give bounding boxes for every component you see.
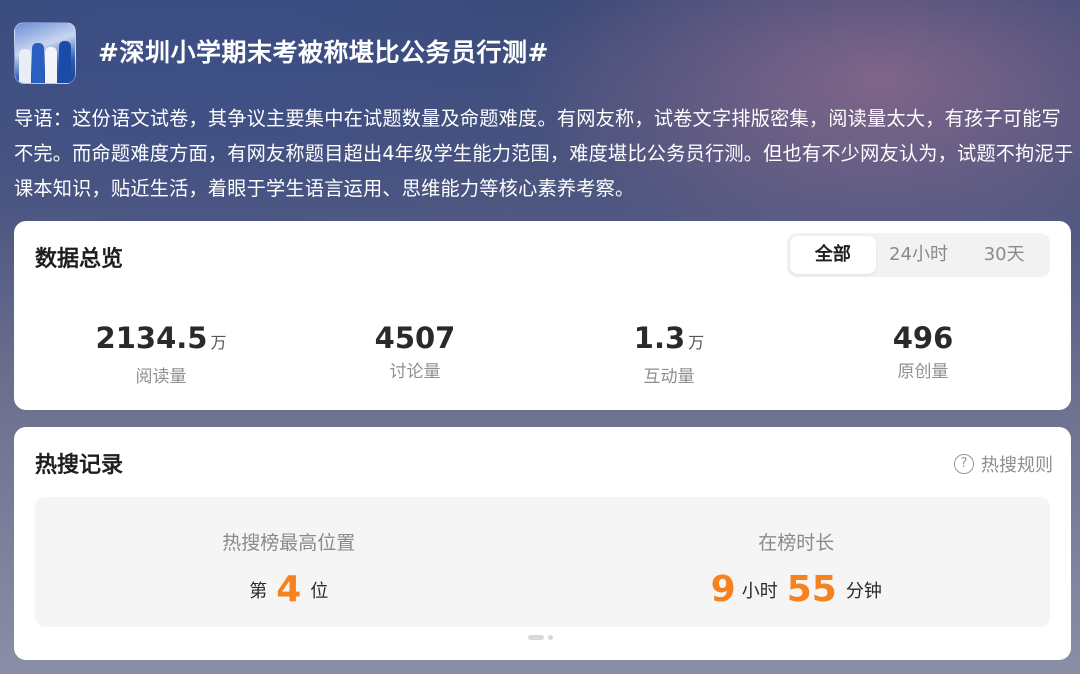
- minutes-number: 55: [786, 569, 837, 610]
- hot-search-title: 热搜记录: [35, 453, 124, 478]
- stat-original: 496 原创量: [796, 321, 1050, 387]
- stat-value: 2134.5 万: [95, 321, 227, 355]
- data-overview-card: 数据总览 全部 24小时 30天 2134.5 万 阅读量 4507 讨论量 1.…: [14, 221, 1071, 410]
- tab-24h[interactable]: 24小时: [876, 236, 962, 274]
- question-circle-icon: ?: [954, 454, 974, 474]
- hot-search-card: 热搜记录 ? 热搜规则 热搜榜最高位置 第4位 在榜时长 9 小时 55 分钟: [14, 427, 1071, 660]
- stat-value: 4507: [374, 321, 456, 355]
- overview-title: 数据总览: [35, 247, 124, 272]
- peak-position-label: 热搜榜最高位置: [222, 532, 356, 554]
- stat-label: 讨论量: [389, 362, 441, 382]
- hot-search-rules-link[interactable]: ? 热搜规则: [954, 451, 1053, 477]
- thumbnail-figure: [45, 47, 57, 83]
- peak-rank-number: 4: [276, 569, 302, 610]
- time-on-list: 在榜时长 9 小时 55 分钟: [543, 497, 1051, 627]
- topic-thumbnail[interactable]: [14, 22, 76, 84]
- time-range-tabs: 全部 24小时 30天: [787, 233, 1050, 277]
- pager-dot: [548, 635, 553, 640]
- rules-label: 热搜规则: [981, 455, 1053, 476]
- topic-intro: 导语：这份语文试卷，其争议主要集中在试题数量及命题难度。有网友称，试卷文字排版密…: [14, 107, 1074, 200]
- hot-search-record-panel: 热搜榜最高位置 第4位 在榜时长 9 小时 55 分钟: [35, 497, 1050, 627]
- stat-discussions: 4507 讨论量: [288, 321, 542, 387]
- time-on-list-label: 在榜时长: [758, 532, 835, 554]
- peak-position-value: 第4位: [249, 569, 329, 610]
- stat-value: 1.3 万: [633, 321, 705, 355]
- topic-title: #深圳小学期末考被称堪比公务员行测#: [98, 38, 549, 67]
- thumbnail-figure: [19, 49, 31, 83]
- thumbnail-figure: [59, 41, 71, 83]
- time-on-list-value: 9 小时 55 分钟: [710, 569, 882, 610]
- peak-position: 热搜榜最高位置 第4位: [35, 497, 543, 627]
- stat-value: 496: [892, 321, 954, 355]
- stat-label: 阅读量: [135, 367, 187, 387]
- tab-30d[interactable]: 30天: [961, 236, 1047, 274]
- thumbnail-figure: [32, 43, 44, 83]
- pager-dot-active: [528, 635, 544, 640]
- stat-interactions: 1.3 万 互动量: [542, 321, 796, 387]
- hours-number: 9: [710, 569, 736, 610]
- stat-reads: 2134.5 万 阅读量: [34, 321, 288, 387]
- pager-dots: [528, 635, 557, 640]
- tab-all[interactable]: 全部: [790, 236, 876, 274]
- stat-label: 互动量: [643, 367, 695, 387]
- stat-label: 原创量: [897, 362, 949, 382]
- stats-row: 2134.5 万 阅读量 4507 讨论量 1.3 万 互动量 496 原创量: [14, 321, 1071, 387]
- topic-header: #深圳小学期末考被称堪比公务员行测#: [14, 22, 549, 84]
